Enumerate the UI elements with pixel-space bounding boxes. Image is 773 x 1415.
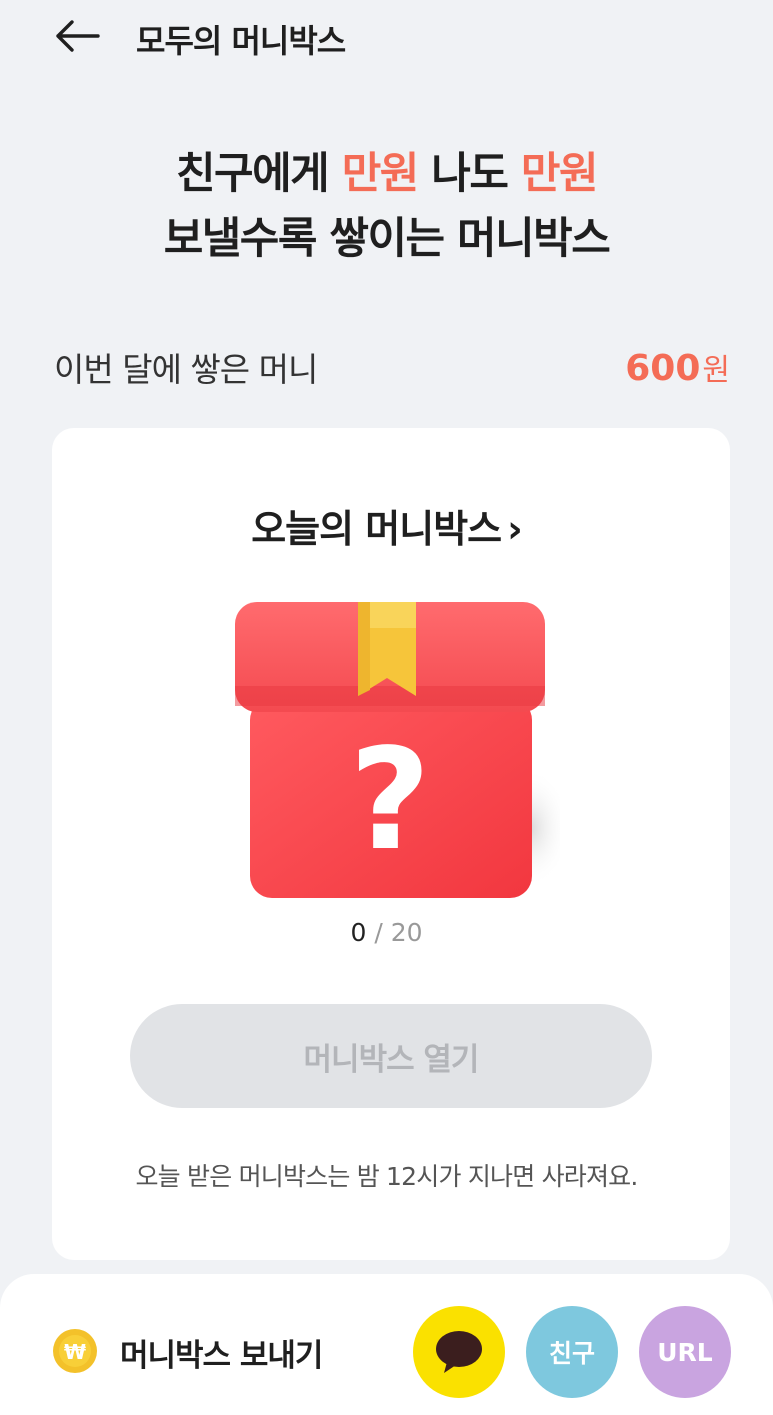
- progress-total: 20: [390, 918, 423, 947]
- progress-current: 0: [350, 918, 367, 947]
- page-title: 모두의 머니박스: [136, 22, 346, 60]
- chevron-right-icon: ›: [507, 507, 523, 551]
- share-kakao-button[interactable]: [413, 1306, 505, 1398]
- headline: 친구에게 만원 나도 만원 보낼수록 쌓이는 머니박스: [0, 142, 773, 272]
- share-url-button[interactable]: URL: [639, 1306, 731, 1398]
- svg-text:₩: ₩: [64, 1340, 86, 1364]
- open-progress: 0 / 20: [0, 918, 773, 947]
- today-moneybox-link[interactable]: 오늘의 머니박스 ›: [0, 498, 773, 553]
- back-button[interactable]: [52, 14, 102, 58]
- kakao-chat-icon: [436, 1331, 482, 1373]
- monthly-amount-unit: 원: [702, 353, 730, 388]
- headline-text-1: 친구에게: [175, 149, 342, 199]
- arrow-left-icon: [56, 20, 100, 52]
- won-coin-icon: ₩: [53, 1329, 97, 1373]
- headline-text-2: 나도: [417, 149, 521, 199]
- mystery-gift-box-icon: ?: [235, 602, 560, 898]
- progress-separator: /: [374, 918, 383, 947]
- monthly-amount-value: 600: [625, 348, 701, 389]
- open-moneybox-button[interactable]: 머니박스 열기: [130, 1004, 652, 1108]
- monthly-amount: 600원: [625, 345, 730, 389]
- today-moneybox-title: 오늘의 머니박스: [251, 507, 502, 551]
- header: 모두의 머니박스: [0, 0, 773, 78]
- headline-line-1: 친구에게 만원 나도 만원: [0, 142, 773, 207]
- headline-line-2: 보낼수록 쌓이는 머니박스: [163, 214, 611, 264]
- headline-accent-1: 만원: [341, 149, 420, 199]
- monthly-label: 이번 달에 쌓은 머니: [54, 350, 318, 389]
- headline-accent-2: 만원: [520, 149, 599, 199]
- share-friend-button[interactable]: 친구: [526, 1306, 618, 1398]
- svg-text:?: ?: [349, 719, 430, 882]
- monthly-summary: 이번 달에 쌓은 머니 600원: [54, 342, 730, 392]
- send-moneybox-label: 머니박스 보내기: [120, 1338, 323, 1374]
- expiry-notice: 오늘 받은 머니박스는 밤 12시가 지나면 사라져요.: [135, 1162, 638, 1191]
